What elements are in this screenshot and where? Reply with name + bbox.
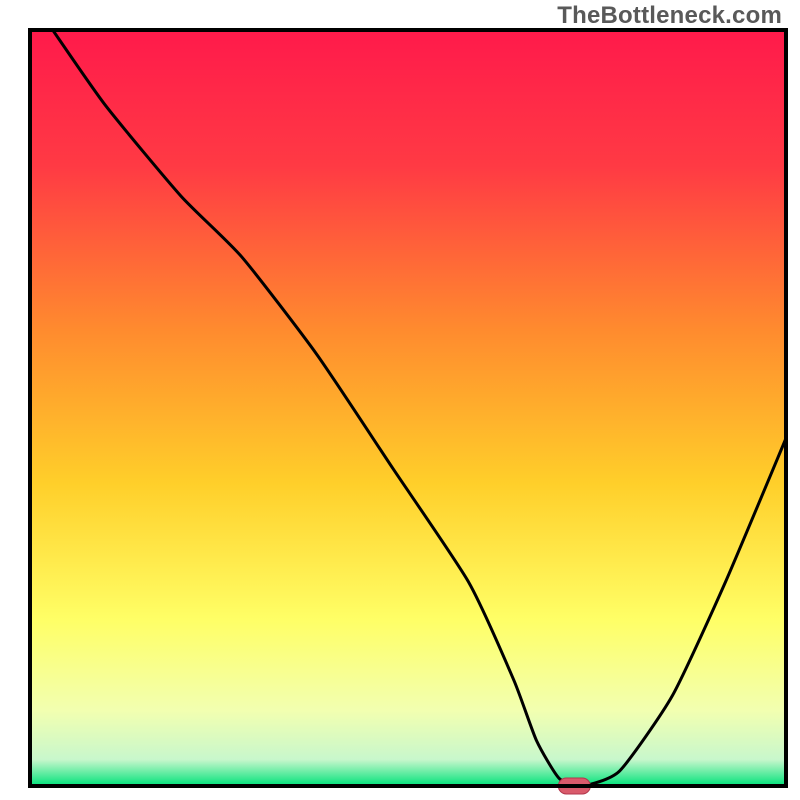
- bottleneck-chart: [0, 0, 800, 800]
- watermark-text: TheBottleneck.com: [557, 2, 782, 30]
- chart-container: { "watermark": "TheBottleneck.com", "cha…: [0, 0, 800, 800]
- gradient-background: [30, 30, 786, 786]
